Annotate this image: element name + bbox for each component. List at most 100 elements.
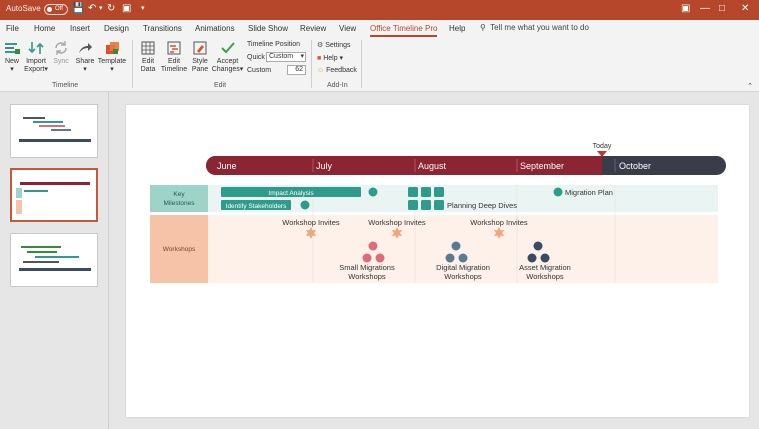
- tab-animations[interactable]: Animations: [195, 24, 235, 33]
- sync-button[interactable]: Sync: [51, 40, 71, 66]
- milestone-square[interactable]: [421, 187, 431, 197]
- month-label-july: July: [316, 161, 333, 171]
- month-label-august: August: [418, 161, 447, 171]
- redo-icon[interactable]: ↻: [107, 3, 115, 15]
- milestone-square[interactable]: [421, 200, 431, 210]
- help-button[interactable]: ■ Help ▾: [317, 54, 343, 62]
- edit-timeline-button[interactable]: Edit Timeline: [160, 40, 188, 74]
- slide-canvas[interactable]: Today June July August September October…: [126, 105, 749, 417]
- import-export-button[interactable]: Import Export▾: [22, 40, 50, 74]
- tell-me-text: Tell me what you want to do: [490, 23, 589, 32]
- tab-office-timeline-pro[interactable]: Office Timeline Pro: [370, 24, 438, 37]
- chevron-down-icon: ▾: [239, 66, 244, 73]
- svg-text:Digital Migration: Digital Migration: [436, 263, 490, 272]
- checkmark-icon: [220, 42, 235, 54]
- presentation-icon[interactable]: ▣: [122, 3, 131, 15]
- group-label-timeline: Timeline: [52, 82, 79, 89]
- style-pane-button[interactable]: Style Pane: [189, 40, 211, 74]
- edit-data-button[interactable]: Edit Data: [137, 40, 159, 74]
- tab-view[interactable]: View: [339, 24, 356, 33]
- ribbon-separator: [361, 40, 362, 88]
- accept-changes-button[interactable]: Accept Changes▾: [211, 40, 244, 74]
- milestone-square[interactable]: [408, 187, 418, 197]
- ribbon-tabs: File Home Insert Design Transitions Anim…: [0, 20, 759, 38]
- milestone-square[interactable]: [434, 187, 444, 197]
- title-bar: AutoSave Off 💾 ↶ ▾ ↻ ▣ ▾ ▣ — □ ✕: [0, 0, 759, 20]
- workshop-invites-label-2: Workshop Invites: [368, 218, 426, 227]
- collapse-ribbon-icon[interactable]: ⌃: [747, 82, 753, 90]
- milestone-circle-migration-plan[interactable]: [553, 187, 563, 197]
- undo-dropdown-icon[interactable]: ▾: [99, 3, 103, 15]
- undo-icon[interactable]: ↶: [88, 3, 96, 15]
- chevron-down-icon: ▾: [300, 53, 304, 60]
- tab-insert[interactable]: Insert: [70, 24, 90, 33]
- chevron-down-icon: ▾: [339, 55, 344, 62]
- tab-design[interactable]: Design: [104, 24, 129, 33]
- sync-icon: [55, 41, 67, 55]
- svg-text:Identify Stakeholders: Identify Stakeholders: [226, 203, 287, 210]
- svg-text:Milestones: Milestones: [163, 200, 195, 207]
- save-icon[interactable]: 💾: [72, 3, 84, 15]
- new-button[interactable]: New ▾: [2, 40, 22, 74]
- month-label-october: October: [619, 161, 651, 171]
- feedback-button[interactable]: ☺ Feedback: [317, 67, 357, 74]
- workshop-invites-label-1: Workshop Invites: [282, 218, 340, 227]
- group-label-add-in: Add-In: [327, 82, 348, 89]
- tab-file[interactable]: File: [6, 24, 19, 33]
- new-timeline-icon: [5, 43, 20, 54]
- template-button[interactable]: Template ▾: [97, 40, 127, 74]
- tell-me-box[interactable]: ⚲ Tell me what you want to do: [480, 23, 589, 32]
- table-icon: [141, 41, 155, 55]
- milestone-circle[interactable]: [368, 187, 378, 197]
- tab-review[interactable]: Review: [300, 24, 326, 33]
- tab-help[interactable]: Help: [449, 24, 465, 33]
- chevron-down-icon: ▾: [110, 66, 114, 73]
- group-label-edit: Edit: [214, 82, 227, 89]
- timeline-graphic: Today June July August September October…: [150, 143, 726, 283]
- today-label: Today: [593, 143, 612, 150]
- ribbon-separator: [132, 40, 133, 88]
- minimize-icon[interactable]: —: [700, 3, 710, 15]
- import-export-icon: [28, 42, 44, 54]
- slide-thumbnail-1[interactable]: [10, 104, 98, 158]
- milestone-label-planning-deep-dives: Planning Deep Dives: [447, 201, 517, 210]
- settings-button[interactable]: ⚙ Settings: [317, 41, 351, 49]
- pane-divider[interactable]: [108, 92, 109, 429]
- svg-text:Key: Key: [173, 191, 185, 198]
- milestone-label-migration-plan: Migration Plan: [565, 188, 613, 197]
- ribbon-display-icon[interactable]: ▣: [681, 3, 690, 15]
- chevron-down-icon: ▾: [44, 66, 48, 73]
- autosave-toggle[interactable]: Off: [44, 4, 68, 15]
- slide-thumbnail-2[interactable]: [10, 168, 98, 222]
- swimlane-label-milestones[interactable]: [150, 185, 208, 212]
- workshop-invites-label-3: Workshop Invites: [470, 218, 528, 227]
- timeline-position-label: Timeline Position: [247, 41, 301, 48]
- tab-transitions[interactable]: Transitions: [143, 24, 182, 33]
- slide-thumbnail-3[interactable]: [10, 233, 98, 287]
- share-button[interactable]: Share ▾: [74, 40, 96, 74]
- ribbon: New ▾ Import Export▾ Sync Share ▾ Template ▾…: [0, 38, 759, 92]
- style-pane-icon: [193, 41, 207, 55]
- autosave-label: AutoSave: [6, 4, 41, 13]
- slide-thumbnails-pane: [0, 92, 108, 429]
- smiley-icon: ☺: [317, 67, 325, 74]
- svg-text:Impact Analysis: Impact Analysis: [268, 190, 314, 197]
- close-icon[interactable]: ✕: [741, 3, 749, 15]
- share-icon: [79, 43, 92, 53]
- milestone-square[interactable]: [434, 200, 444, 210]
- month-label-september: September: [520, 161, 564, 171]
- quick-position-select[interactable]: Custom ▾: [266, 52, 306, 62]
- svg-text:Workshops: Workshops: [526, 272, 564, 281]
- svg-text:Workshops: Workshops: [348, 272, 386, 281]
- tab-home[interactable]: Home: [34, 24, 55, 33]
- custom-position-input[interactable]: 62: [287, 65, 306, 75]
- milestone-square[interactable]: [408, 200, 418, 210]
- month-label-june: June: [217, 161, 237, 171]
- ribbon-separator: [311, 40, 312, 88]
- svg-text:Small Migrations: Small Migrations: [339, 263, 395, 272]
- svg-text:Workshops: Workshops: [444, 272, 482, 281]
- customize-qat-icon[interactable]: ▾: [141, 3, 145, 15]
- milestone-circle[interactable]: [300, 200, 310, 210]
- tab-slide-show[interactable]: Slide Show: [248, 24, 288, 33]
- maximize-icon[interactable]: □: [719, 3, 725, 15]
